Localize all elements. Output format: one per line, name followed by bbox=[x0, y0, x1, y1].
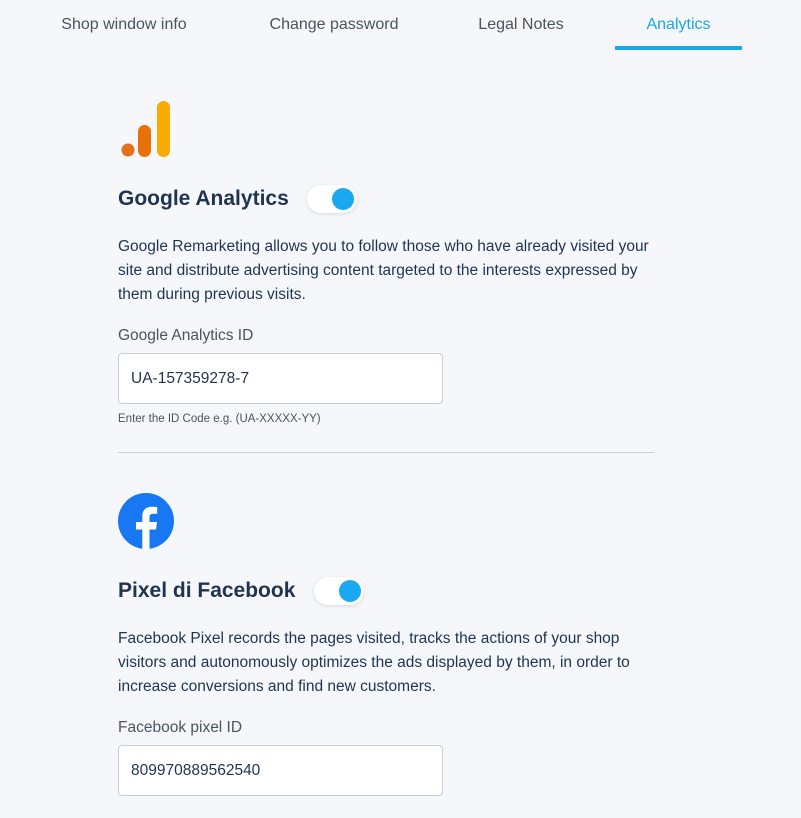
facebook-pixel-id-label: Facebook pixel ID bbox=[118, 719, 243, 736]
google-analytics-toggle[interactable] bbox=[307, 185, 357, 213]
facebook-pixel-title: Pixel di Facebook bbox=[118, 579, 296, 602]
google-analytics-logo-icon bbox=[121, 101, 171, 157]
tab-change-password[interactable]: Change password bbox=[259, 0, 409, 48]
google-analytics-title: Google Analytics bbox=[118, 187, 289, 210]
google-analytics-description: Google Remarketing allows you to follow … bbox=[118, 238, 649, 303]
section-divider bbox=[118, 452, 654, 453]
tab-legal-notes[interactable]: Legal Notes bbox=[470, 0, 572, 48]
tab-analytics[interactable]: Analytics bbox=[615, 0, 742, 50]
google-analytics-id-label: Google Analytics ID bbox=[118, 327, 254, 344]
google-analytics-id-hint: Enter the ID Code e.g. (UA-XXXXX-YY) bbox=[118, 413, 321, 425]
tab-shop-window-info[interactable]: Shop window info bbox=[50, 0, 198, 48]
tab-bar: Shop window info Change password Legal N… bbox=[0, 0, 801, 50]
google-analytics-id-input[interactable] bbox=[118, 353, 443, 404]
toggle-knob bbox=[339, 580, 361, 602]
facebook-pixel-toggle[interactable] bbox=[314, 577, 364, 605]
toggle-knob bbox=[332, 188, 354, 210]
facebook-pixel-description: Facebook Pixel records the pages visited… bbox=[118, 630, 630, 695]
facebook-pixel-id-input[interactable] bbox=[118, 745, 443, 796]
facebook-logo-icon bbox=[118, 493, 174, 549]
